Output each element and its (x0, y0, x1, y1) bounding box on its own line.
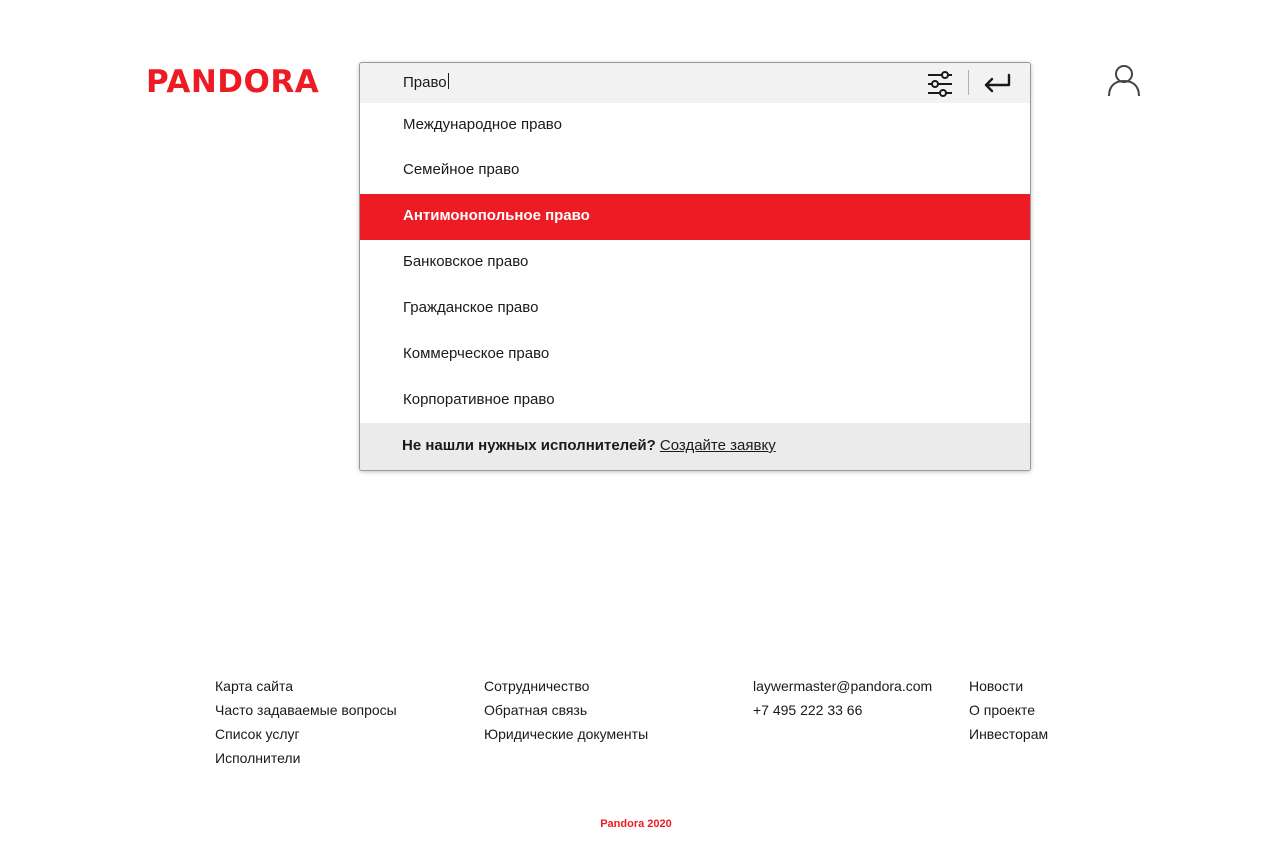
enter-button[interactable] (982, 71, 1012, 95)
create-request-link[interactable]: Создайте заявку (660, 437, 776, 454)
suggestion-item[interactable]: Коммерческое право (360, 332, 1030, 378)
footer-column-4: Новости О проекте Инвесторам (969, 674, 1048, 746)
footer-link[interactable]: Исполнители (215, 746, 397, 770)
not-found-bar: Не нашли нужных исполнителей? Создайте з… (360, 423, 1030, 470)
logo[interactable]: PANDORA (146, 64, 319, 100)
suggestion-item[interactable]: Гражданское право (360, 286, 1030, 332)
footer-link[interactable]: Сотрудничество (484, 674, 648, 698)
search-dropdown: Право Международное право Семейное право… (359, 62, 1031, 471)
footer-link[interactable]: Юридические документы (484, 722, 648, 746)
search-input[interactable]: Право (403, 73, 449, 93)
suggestion-item[interactable]: Корпоративное право (360, 378, 1030, 424)
copyright: Pandora 2020 (600, 818, 672, 830)
footer-link[interactable]: Инвесторам (969, 722, 1048, 746)
footer-column-2: Сотрудничество Обратная связь Юридические … (484, 674, 648, 746)
suggestion-item[interactable]: Семейное право (360, 148, 1030, 194)
suggestion-item[interactable]: Международное право (360, 103, 1030, 148)
toolbar-divider (968, 70, 969, 95)
filter-button[interactable] (925, 69, 955, 99)
footer-link[interactable]: Обратная связь (484, 698, 648, 722)
enter-arrow-icon (984, 73, 1011, 93)
user-account-button[interactable] (1107, 63, 1141, 97)
text-caret (447, 73, 449, 89)
search-query: Право (403, 74, 447, 91)
user-icon (1108, 65, 1140, 97)
footer-link[interactable]: О проекте (969, 698, 1048, 722)
footer-link[interactable]: Новости (969, 674, 1048, 698)
search-bar: Право (360, 63, 1030, 103)
suggestion-item[interactable]: Банковское право (360, 240, 1030, 286)
suggestion-list: Международное право Семейное право Антимон… (360, 103, 1030, 424)
footer-link[interactable]: laywermaster@pandora.com (753, 674, 932, 698)
suggestion-item[interactable]: Антимонопольное право (360, 194, 1030, 240)
footer-link[interactable]: Карта сайта (215, 674, 397, 698)
footer-column-3: laywermaster@pandora.com +7 495 222 33 66 (753, 674, 932, 722)
footer-link[interactable]: +7 495 222 33 66 (753, 698, 932, 722)
sliders-icon (928, 71, 952, 97)
not-found-question: Не нашли нужных исполнителей? (402, 437, 656, 454)
footer-link[interactable]: Часто задаваемые вопросы (215, 698, 397, 722)
footer-column-1: Карта сайта Часто задаваемые вопросы Списо… (215, 674, 397, 770)
footer-link[interactable]: Список услуг (215, 722, 397, 746)
